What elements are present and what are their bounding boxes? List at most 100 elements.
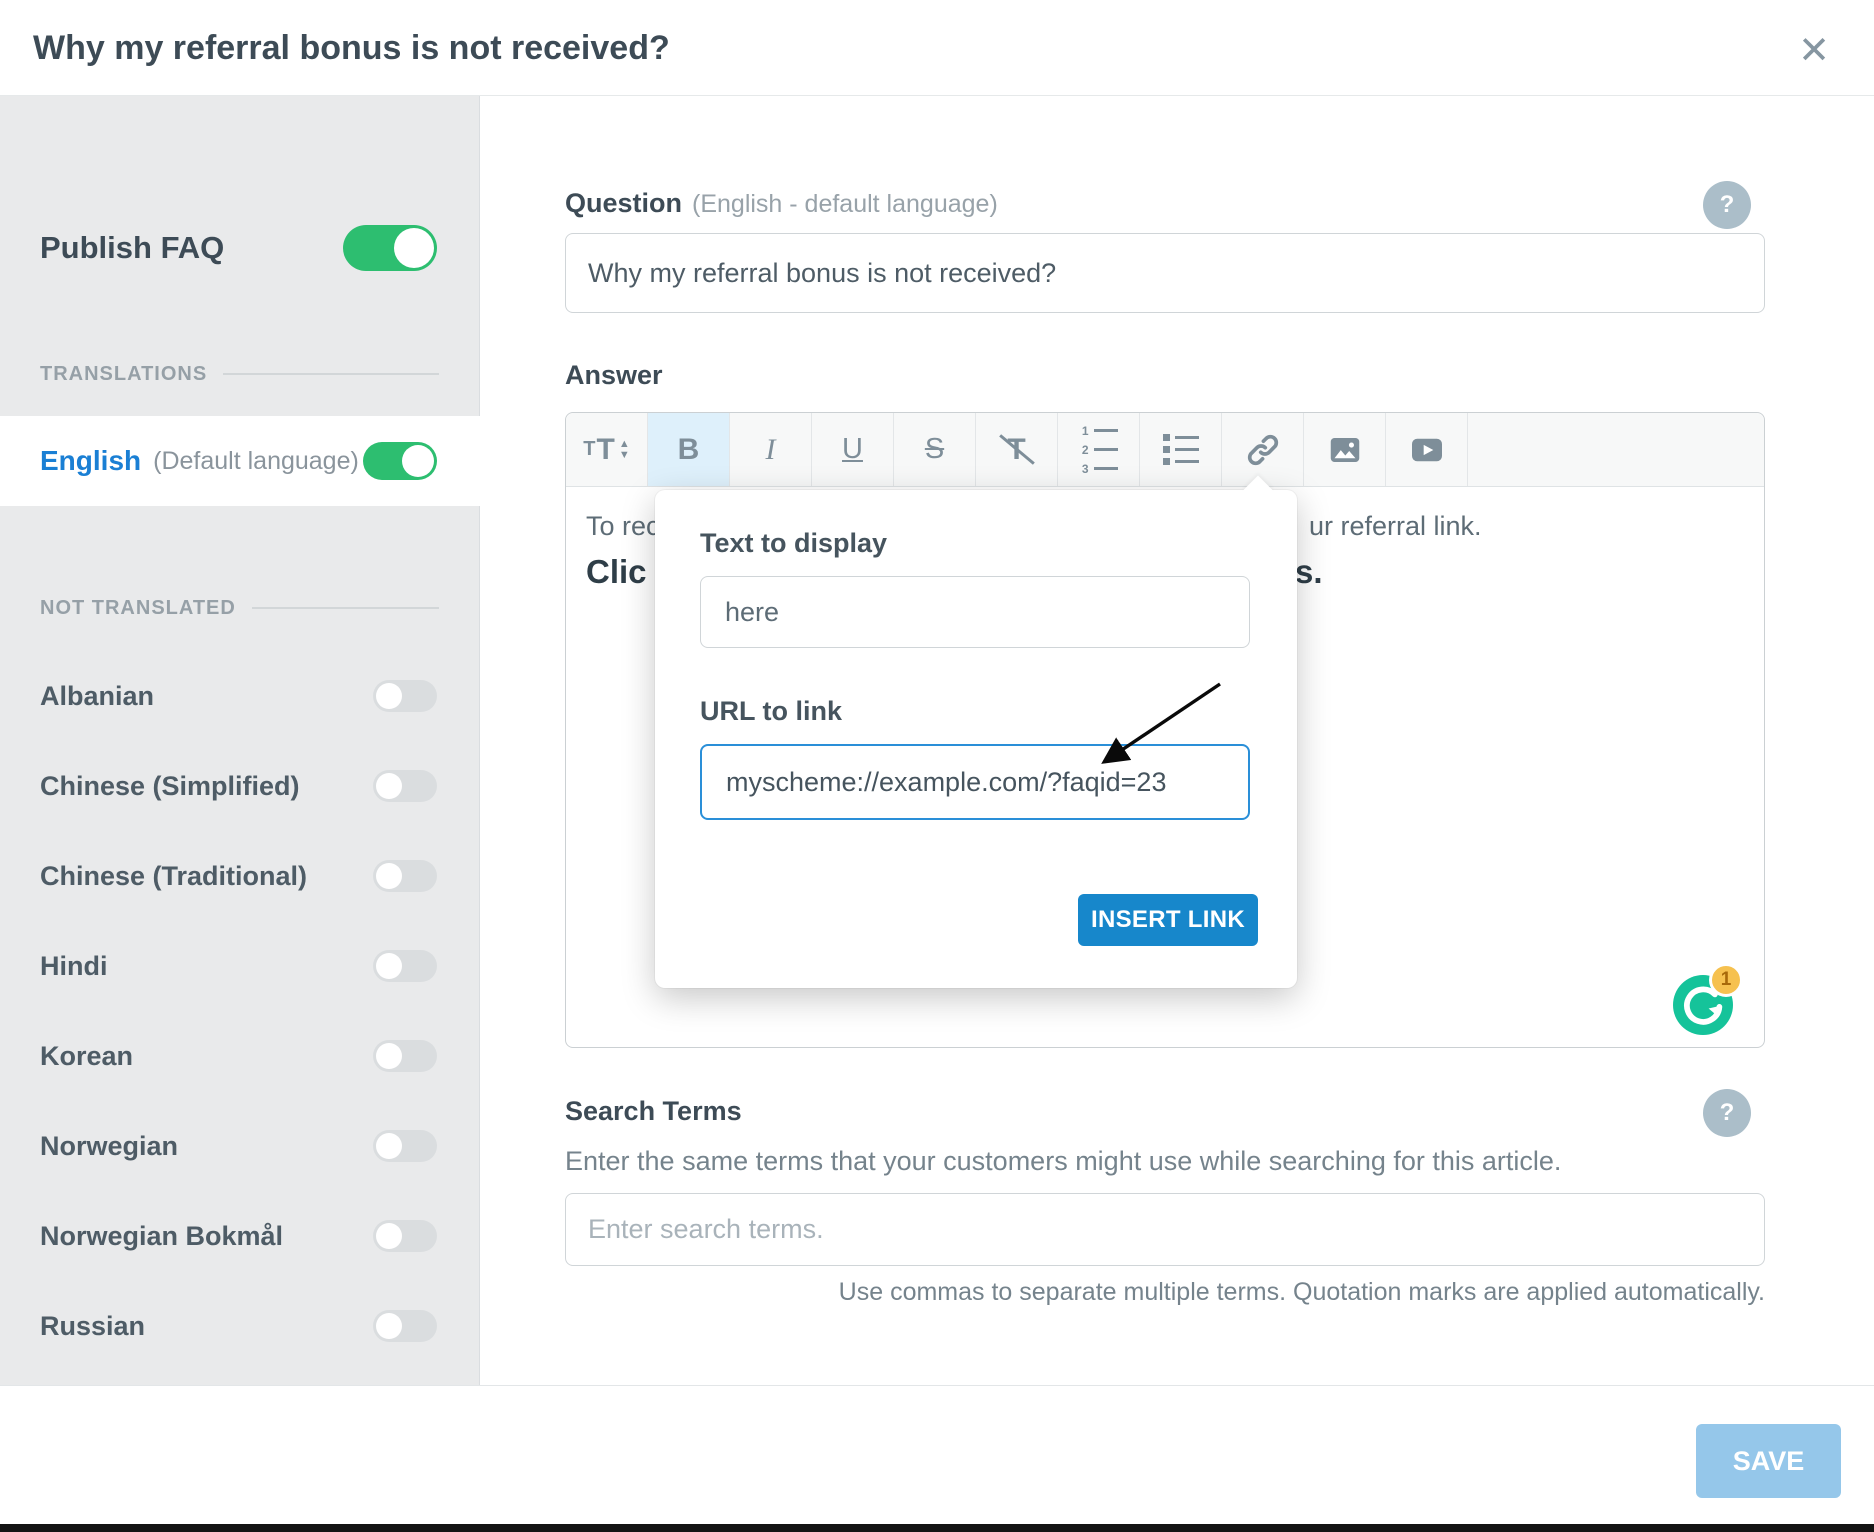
close-icon[interactable]: ✕ [1786, 22, 1842, 78]
toggle-knob [376, 773, 402, 799]
size-arrows-icon: ▲ ▼ [619, 439, 630, 461]
publish-faq-row: Publish FAQ [0, 202, 480, 294]
faq-editor-modal: Why my referral bonus is not received? ✕… [0, 0, 1874, 1532]
language-toggle[interactable] [373, 770, 437, 802]
language-label: Chinese (Simplified) [40, 771, 300, 802]
english-label: English [40, 445, 141, 477]
language-toggle[interactable] [373, 1220, 437, 1252]
insert-link-popover: Text to display URL to link INSERT LINK [655, 490, 1297, 988]
section-divider [223, 373, 439, 375]
strikethrough-button[interactable]: S [894, 413, 976, 486]
sidebar-item-norwegian[interactable]: Norwegian [0, 1101, 480, 1191]
italic-button[interactable]: I [730, 413, 812, 486]
publish-faq-toggle[interactable] [343, 225, 437, 271]
unordered-list-icon [1163, 434, 1199, 465]
unordered-list-button[interactable] [1140, 413, 1222, 486]
text-size-icon-large: T [597, 433, 615, 467]
underline-icon: U [842, 433, 863, 466]
toggle-knob [402, 445, 434, 477]
english-toggle[interactable] [363, 442, 437, 480]
search-terms-input[interactable] [565, 1193, 1765, 1266]
translations-header-label: TRANSLATIONS [40, 363, 207, 386]
language-label: Chinese (Traditional) [40, 861, 307, 892]
ordered-list-button[interactable] [1058, 413, 1140, 486]
save-button[interactable]: SAVE [1696, 1424, 1841, 1498]
language-label: Hindi [40, 951, 108, 982]
language-toggle[interactable] [373, 1310, 437, 1342]
grammarly-icon[interactable]: 1 [1673, 975, 1733, 1035]
sidebar: Publish FAQ TRANSLATIONS English (Defaul… [0, 96, 480, 1385]
toggle-knob [394, 228, 434, 268]
answer-label: Answer [565, 360, 663, 391]
image-icon [1327, 432, 1363, 468]
language-label: Albanian [40, 681, 154, 712]
english-default-note: (Default language) [153, 447, 359, 476]
text-to-display-label: Text to display [700, 528, 887, 559]
ordered-list-icon [1080, 424, 1118, 476]
answer-label-row: Answer [565, 360, 663, 391]
language-label: Norwegian [40, 1131, 178, 1162]
text-size-button[interactable]: T T ▲ ▼ [566, 413, 648, 486]
insert-link-button[interactable] [1222, 413, 1304, 486]
language-label: Russian [40, 1311, 145, 1342]
question-input[interactable] [565, 233, 1765, 313]
link-icon [1246, 433, 1280, 467]
toggle-knob [376, 1223, 402, 1249]
language-toggle[interactable] [373, 680, 437, 712]
bold-icon: B [678, 433, 700, 467]
toggle-knob [376, 953, 402, 979]
language-toggle[interactable] [373, 950, 437, 982]
search-terms-label: Search Terms [565, 1096, 742, 1127]
bottom-edge-strip [0, 1524, 1874, 1532]
answer-bold-text-fragment: Clic [586, 553, 647, 591]
sidebar-item-korean[interactable]: Korean [0, 1011, 480, 1101]
language-toggle[interactable] [373, 1040, 437, 1072]
text-size-icon: T [583, 438, 595, 461]
toggle-knob [376, 1043, 402, 1069]
grammarly-alert-badge: 1 [1709, 963, 1743, 997]
sidebar-item-norwegian-bokmal[interactable]: Norwegian Bokmål [0, 1191, 480, 1281]
search-terms-helper-text: Use commas to separate multiple terms. Q… [565, 1278, 1765, 1307]
clear-formatting-icon: T [1000, 431, 1034, 469]
language-toggle[interactable] [373, 860, 437, 892]
language-toggle[interactable] [373, 1130, 437, 1162]
insert-link-submit-button[interactable]: INSERT LINK [1078, 894, 1258, 946]
toggle-knob [376, 1133, 402, 1159]
search-terms-label-row: Search Terms [565, 1096, 742, 1127]
sidebar-item-chinese-simplified[interactable]: Chinese (Simplified) [0, 741, 480, 831]
insert-image-button[interactable] [1304, 413, 1386, 486]
clear-formatting-button[interactable]: T [976, 413, 1058, 486]
not-translated-section-header: NOT TRANSLATED [40, 590, 439, 626]
text-to-display-input[interactable] [700, 576, 1250, 648]
url-to-link-input[interactable] [700, 744, 1250, 820]
language-label: Norwegian Bokmål [40, 1221, 283, 1252]
search-terms-description: Enter the same terms that your customers… [565, 1146, 1561, 1177]
not-translated-language-list: Albanian Chinese (Simplified) Chinese (T… [0, 651, 480, 1371]
search-terms-help-icon[interactable]: ? [1703, 1089, 1751, 1137]
sidebar-item-russian[interactable]: Russian [0, 1281, 480, 1371]
answer-text-fragment: ur referral link. [1309, 511, 1482, 542]
sidebar-item-chinese-traditional[interactable]: Chinese (Traditional) [0, 831, 480, 921]
toggle-knob [376, 1313, 402, 1339]
translations-section-header: TRANSLATIONS [40, 356, 439, 392]
section-divider [252, 607, 439, 609]
question-label: Question [565, 188, 682, 219]
page-title: Why my referral bonus is not received? [33, 0, 670, 96]
italic-icon: I [766, 433, 776, 467]
insert-video-button[interactable] [1386, 413, 1468, 486]
answer-bold-text-fragment: s. [1295, 553, 1323, 591]
bold-button[interactable]: B [648, 413, 730, 486]
underline-button[interactable]: U [812, 413, 894, 486]
question-help-icon[interactable]: ? [1703, 181, 1751, 229]
publish-faq-label: Publish FAQ [40, 202, 224, 294]
strikethrough-icon: S [925, 433, 944, 466]
editor-toolbar: T T ▲ ▼ B I U S T [566, 413, 1764, 487]
video-icon [1409, 432, 1445, 468]
modal-footer: SAVE [0, 1385, 1874, 1524]
toggle-knob [376, 683, 402, 709]
sidebar-item-english[interactable]: English (Default language) [0, 416, 480, 506]
sidebar-item-albanian[interactable]: Albanian [0, 651, 480, 741]
not-translated-header-label: NOT TRANSLATED [40, 597, 236, 620]
question-language-note: (English - default language) [692, 190, 998, 219]
sidebar-item-hindi[interactable]: Hindi [0, 921, 480, 1011]
